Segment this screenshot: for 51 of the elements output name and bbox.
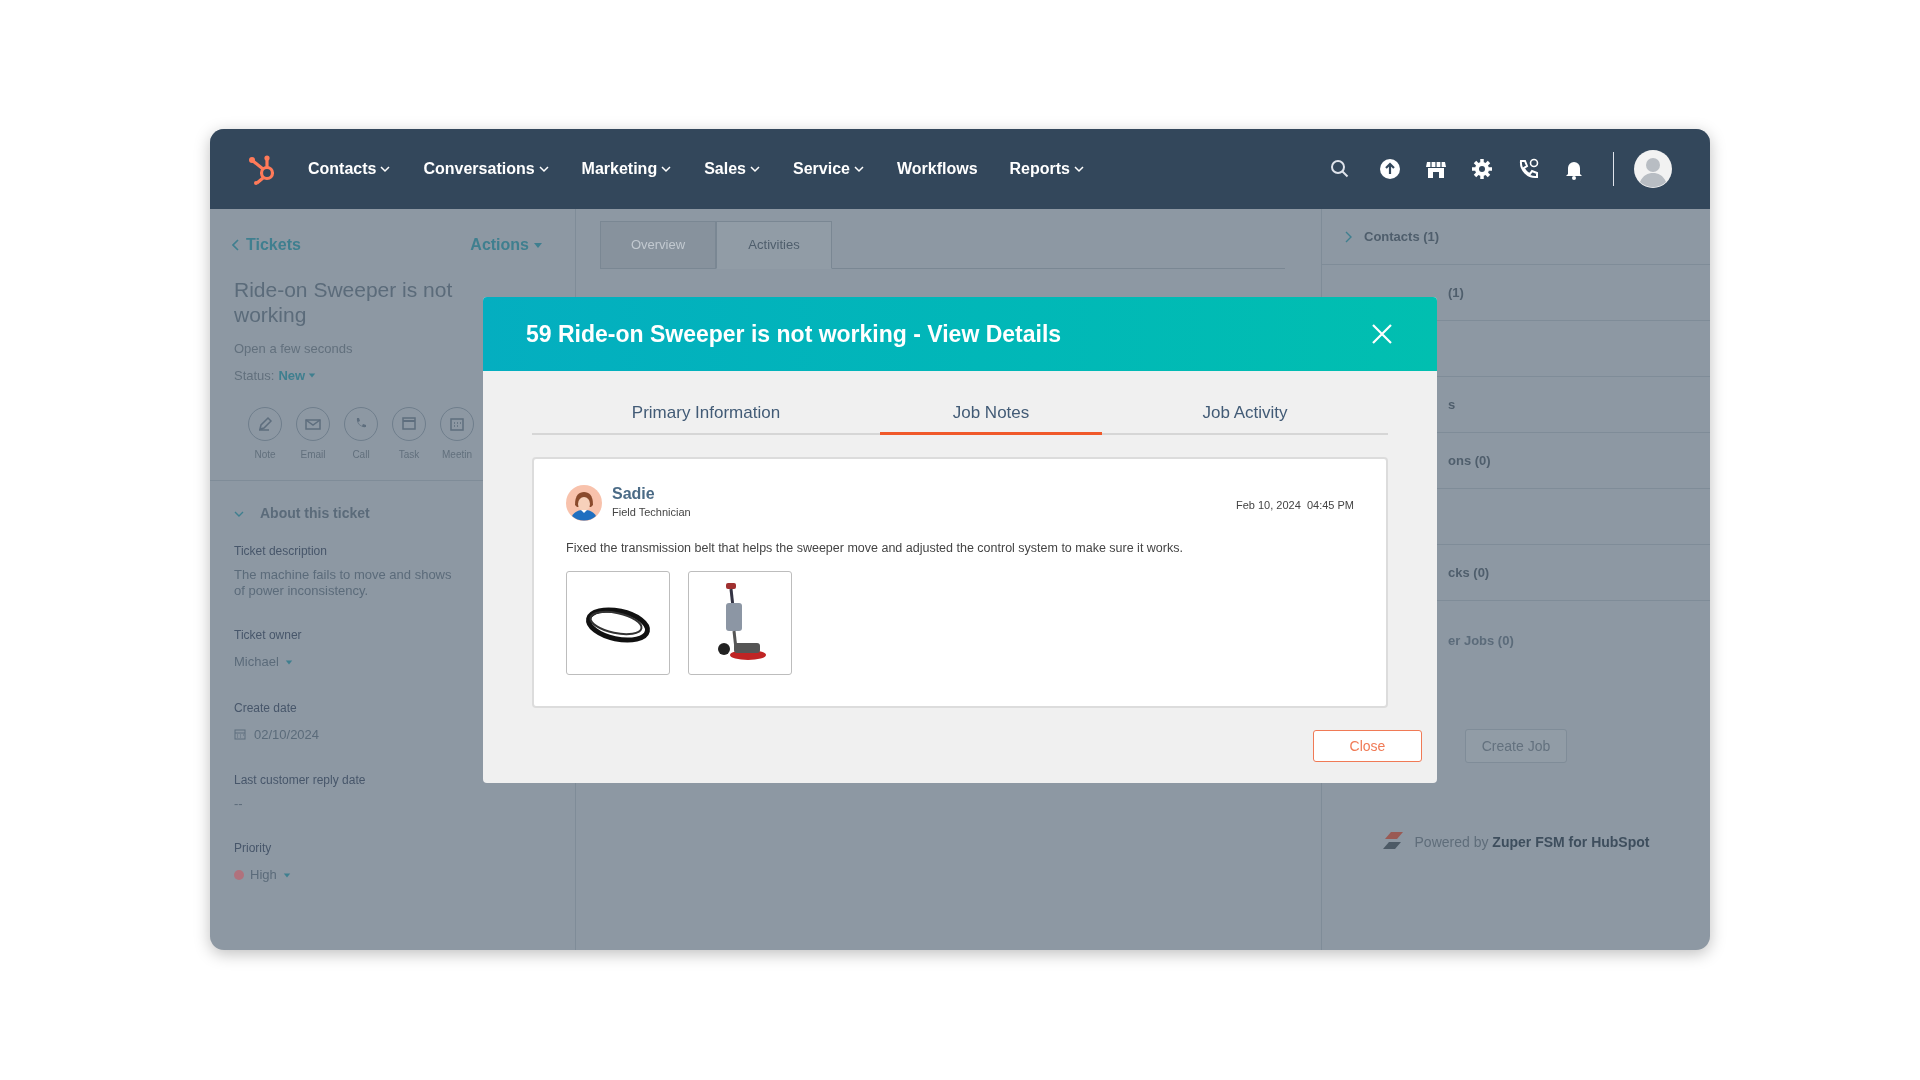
caret-icon [282,870,291,879]
field-label: Priority [234,840,273,857]
modal-tab[interactable]: Job Notes [880,393,1102,435]
modal-title: 59 Ride-on Sweeper is not working - View Details [526,319,1062,349]
record-tab[interactable]: Activities [716,221,832,269]
field-label: Last customer reply date [234,772,367,789]
actions-button[interactable]: Actions [470,233,543,257]
status-dropdown[interactable]: New [278,365,317,385]
field-label: Ticket description [234,543,328,560]
nav-menu-item[interactable]: Marketing [581,157,673,181]
caret-icon [537,163,550,175]
card-header[interactable]: cks (0) [1448,562,1490,583]
modal-tab[interactable]: Primary Information [532,393,880,435]
caret-icon [1073,163,1085,175]
upload-icon[interactable] [1379,158,1401,180]
field-label: Ticket owner [234,627,303,644]
back-link[interactable]: Tickets [232,233,301,257]
card-header[interactable]: Contacts (1) [1364,226,1440,247]
nav-menu-item[interactable]: Reports [1009,157,1085,181]
author-role: Field Technician [612,505,691,521]
caret-icon [749,163,761,175]
phone-icon[interactable] [1517,158,1539,180]
search-icon[interactable] [1329,158,1351,180]
chevron-left-icon [232,239,240,251]
nav-menu-item[interactable]: Sales [704,157,761,181]
card-header[interactable]: s [1448,394,1456,415]
record-tab[interactable]: Overview [600,221,716,269]
note-text: Fixed the transmission belt that helps the sweeper move and adjusted the control system to make sure it works. [566,540,1184,557]
chevron-right-icon [1344,230,1352,243]
note-timestamp: Feb 10, 2024 04:45 PM [1235,498,1354,513]
caret-icon [284,657,293,666]
nav-menu-item[interactable]: Service [793,157,865,181]
field-value: -- [234,796,244,812]
caret-icon [379,163,392,175]
nav-menu-item[interactable]: Contacts [308,157,392,181]
settings-icon[interactable] [1471,158,1493,180]
user-avatar-icon [566,485,602,521]
nav-menu-item[interactable]: Conversations [423,157,550,181]
close-button[interactable]: Close [1313,730,1422,762]
caret-icon [308,371,317,380]
author-name: Sadie [612,485,656,504]
card-header[interactable]: ons (0) [1448,450,1491,471]
caret-icon [533,240,543,250]
calendar-icon [234,728,246,741]
field-label: Create date [234,699,298,717]
nav-menu-item[interactable]: Workflows [896,157,978,181]
modal-tab[interactable]: Job Activity [1102,393,1388,435]
caret-icon [660,163,673,175]
card-header[interactable]: (1) [1448,282,1464,303]
caret-icon [852,163,865,175]
avatar-icon[interactable] [1634,150,1672,188]
